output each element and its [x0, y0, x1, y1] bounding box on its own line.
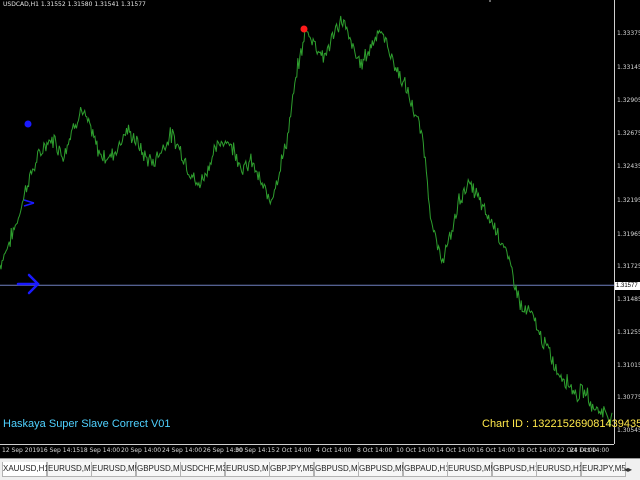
price-label: 1.32195	[617, 197, 640, 204]
small-arrow-icon	[23, 199, 35, 207]
price-label: 1.31485	[617, 296, 640, 303]
chart-tab[interactable]: GBPUSD,H1	[492, 462, 539, 477]
blue-dot-icon	[24, 120, 32, 128]
chart-tab[interactable]: GBPUSD,M5	[136, 462, 184, 477]
chart-tab[interactable]: GBPUSD,M5	[358, 462, 406, 477]
chart-tab[interactable]: GBPAUD,H1	[403, 462, 450, 477]
price-series-line	[0, 15, 613, 428]
time-label: 2 Oct 14:00	[276, 447, 312, 454]
price-scale[interactable]: 1.33375 1.33145 1.32905 1.32675 1.32435 1.321…	[614, 0, 640, 444]
red-dot-icon	[300, 25, 308, 33]
price-label: 1.33375	[617, 30, 640, 37]
time-label: 4 Oct 14:00	[316, 447, 352, 454]
time-label: 14 Oct 14:00	[436, 447, 476, 454]
time-label: 24 Sep 14:00	[162, 447, 203, 454]
chart-tab[interactable]: EURUSD,M30	[47, 462, 100, 477]
chart-tab-bar: XAUUSD,H1 EURUSD,M30 EURUSD,M5 GBPUSD,M5 USD…	[0, 458, 640, 480]
chart-tab[interactable]: EURUSD,H1	[536, 462, 583, 477]
chart-tab[interactable]: EURUSD,M15	[225, 462, 278, 477]
current-price-label: 1.31577	[615, 282, 640, 290]
time-label: 16 Sep 14:15	[40, 447, 81, 454]
time-label: 10 Oct 14:00	[396, 447, 436, 454]
indicator-name: Haskaya Super Slave Correct V01	[3, 418, 171, 430]
price-label: 1.32675	[617, 130, 640, 137]
chart-tab[interactable]: GBPJPY,M5	[269, 462, 314, 477]
price-label: 1.32905	[617, 97, 640, 104]
time-label: 18 Oct 14:00	[517, 447, 557, 454]
time-axis[interactable]: 12 Sep 2019 16 Sep 14:15 18 Sep 14:00 20 Se…	[0, 444, 614, 458]
price-label: 1.31725	[617, 263, 640, 270]
symbol-info: USDCAD,H1 1.31552 1.31580 1.31541 1.3157…	[3, 1, 146, 8]
chart-tab[interactable]: EURUSD,M5	[447, 462, 495, 477]
chart-tab[interactable]: EURUSD,M5	[91, 462, 139, 477]
time-label: 16 Oct 14:00	[476, 447, 516, 454]
time-label: 30 Sep 14:15	[235, 447, 276, 454]
time-label: 8 Oct 14:00	[357, 447, 393, 454]
price-chart[interactable]	[0, 0, 614, 444]
chart-tab[interactable]: USDCHF,M30	[180, 462, 231, 477]
price-label: 1.33145	[617, 64, 640, 71]
right-arrow-icon	[16, 273, 40, 295]
time-label: 24 Oct 14:00	[570, 447, 610, 454]
price-label: 1.31965	[617, 231, 640, 238]
tab-scroll-arrows-icon[interactable]: ◂▸	[618, 462, 638, 477]
chart-area[interactable]	[0, 0, 614, 444]
time-label: 12 Sep 2019	[2, 447, 41, 454]
time-label: 20 Sep 14:00	[121, 447, 162, 454]
price-label: 1.30775	[617, 394, 640, 401]
chart-id: Chart ID : 132215269081439435	[482, 418, 640, 430]
time-label: 18 Sep 14:00	[80, 447, 121, 454]
chart-tab[interactable]: GBPUSD,M5	[314, 462, 362, 477]
price-label: 1.31015	[617, 362, 640, 369]
price-label: 1.32435	[617, 163, 640, 170]
chart-tab[interactable]: XAUUSD,H1	[2, 462, 49, 477]
price-label: 1.31255	[617, 329, 640, 336]
